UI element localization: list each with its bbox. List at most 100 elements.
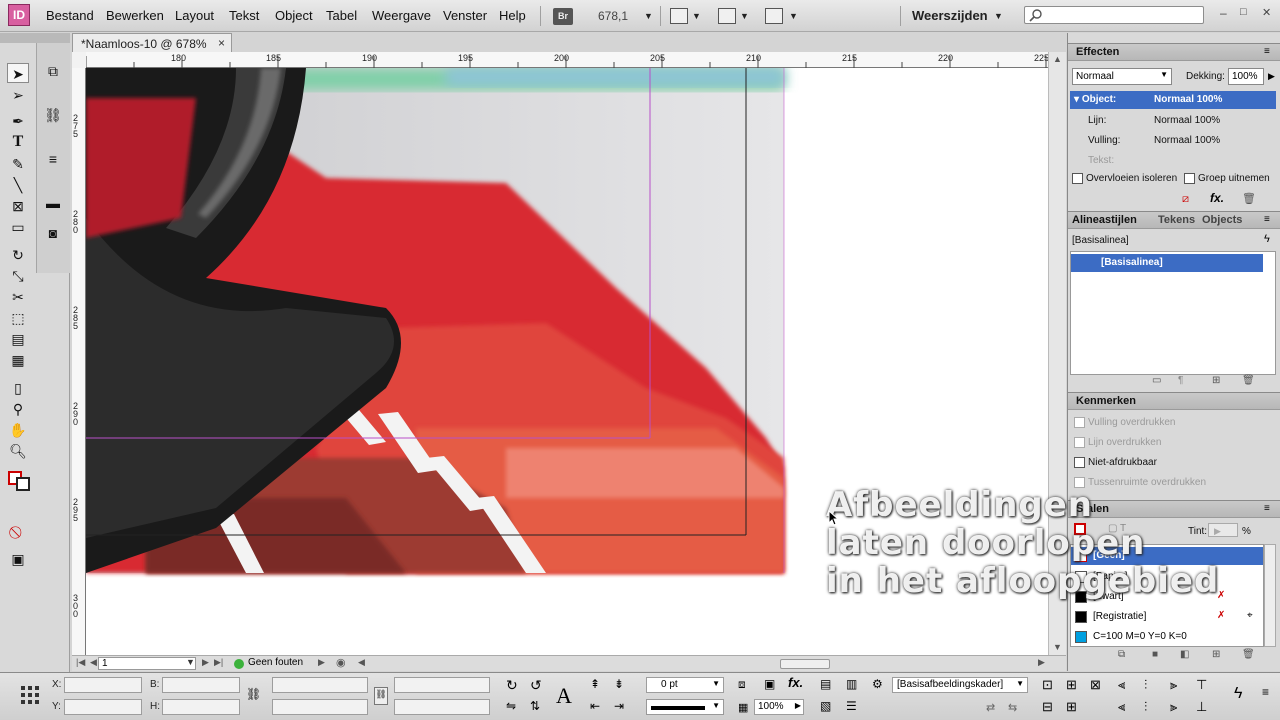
- clear-style-icon[interactable]: ⇆: [1008, 701, 1017, 714]
- text-wrap-bbox-icon[interactable]: ▥: [846, 677, 857, 691]
- list-item[interactable]: [Registratie] ✗ ⌖: [1071, 607, 1263, 627]
- type-tool-icon[interactable]: T: [7, 132, 29, 152]
- prev-page-icon[interactable]: ◀: [90, 657, 97, 668]
- clear-effects-icon[interactable]: ⧄: [1182, 193, 1189, 206]
- gradient-panel-icon[interactable]: ▬: [42, 193, 64, 213]
- effects-stroke-label[interactable]: Lijn:: [1088, 115, 1106, 126]
- view-mode-icon[interactable]: ▣: [7, 549, 29, 569]
- trash-icon[interactable]: 🗑︎: [1242, 192, 1256, 205]
- screen-mode-icon[interactable]: [718, 8, 736, 24]
- rectangle-frame-tool-icon[interactable]: ⊠: [7, 196, 29, 216]
- overprint-fill-checkbox[interactable]: [1074, 417, 1085, 428]
- fill-frame-icon[interactable]: ⊟: [1042, 699, 1053, 715]
- scale-x-field[interactable]: [272, 677, 368, 693]
- menu-object[interactable]: Object: [275, 8, 313, 23]
- chevron-down-icon[interactable]: ▼: [692, 11, 701, 21]
- fit-content-icon[interactable]: ⧈: [738, 677, 746, 692]
- menu-help[interactable]: Help: [499, 8, 526, 23]
- distribute-right-icon[interactable]: ⫸: [1170, 699, 1177, 715]
- text-wrap-none-icon[interactable]: ▤: [820, 677, 831, 691]
- blend-mode-select[interactable]: Normaal ▼: [1072, 68, 1172, 85]
- view-options-icon[interactable]: [670, 8, 688, 24]
- menu-bestand[interactable]: Bestand: [46, 8, 94, 23]
- opacity-field[interactable]: 100% ▶: [754, 699, 804, 715]
- select-next-icon[interactable]: ⇥: [614, 699, 624, 713]
- preflight-label[interactable]: Geen fouten: [248, 657, 303, 668]
- effects-object-row[interactable]: ▾ Object: Normaal 100%: [1070, 91, 1276, 109]
- distribute-center-icon[interactable]: ⫶: [1144, 699, 1147, 715]
- new-swatch-icon[interactable]: ⊞: [1212, 649, 1220, 660]
- tab-object-styles[interactable]: Objects: [1202, 214, 1242, 226]
- last-page-icon[interactable]: ▶|: [214, 657, 223, 668]
- constrain-proportions-icon[interactable]: ⛓: [246, 687, 261, 701]
- select-content-icon[interactable]: ⇟: [614, 677, 624, 691]
- zoom-level[interactable]: 678,1: [598, 9, 628, 23]
- rectangle-tool-icon[interactable]: ▭: [7, 217, 29, 237]
- vertical-ruler[interactable]: 275 280 285 290 295 300: [72, 68, 86, 655]
- chevron-down-icon[interactable]: ▼: [740, 11, 749, 21]
- eyedropper-tool-icon[interactable]: ⚲: [7, 399, 29, 419]
- y-field[interactable]: [64, 699, 142, 715]
- zoom-dropdown-icon[interactable]: ▼: [644, 11, 653, 21]
- links-panel-icon[interactable]: ⛓: [42, 105, 64, 125]
- tab-paragraph-styles[interactable]: Alineastijlen: [1072, 214, 1137, 226]
- pages-panel-icon[interactable]: ⧉: [42, 61, 64, 81]
- fit-content-to-frame-icon[interactable]: ⊞: [1066, 699, 1077, 715]
- horizontal-ruler[interactable]: 180 185 190 195 200 205 210 215 220 225: [86, 52, 1049, 68]
- document-tab[interactable]: *Naamloos-10 @ 678%: [72, 33, 232, 52]
- first-page-icon[interactable]: |◀: [76, 657, 85, 668]
- fx-button[interactable]: fx.: [1210, 191, 1224, 205]
- text-wrap-shape-icon[interactable]: ▧: [820, 699, 831, 713]
- chevron-down-icon[interactable]: ▼: [994, 11, 1003, 21]
- zoom-tool-icon[interactable]: 🔍︎: [7, 441, 29, 461]
- x-field[interactable]: [64, 677, 142, 693]
- attributes-panel-header[interactable]: Kenmerken: [1068, 392, 1280, 410]
- rotate-tool-icon[interactable]: ↻: [7, 245, 29, 265]
- quick-apply-icon[interactable]: ϟ: [1234, 685, 1242, 703]
- opacity-icon[interactable]: ▦: [738, 701, 748, 714]
- menu-weergave[interactable]: Weergave: [372, 8, 431, 23]
- flip-horizontal-icon[interactable]: ⇋: [506, 699, 516, 713]
- maximize-button[interactable]: □: [1240, 6, 1247, 18]
- scroll-left-icon[interactable]: ◀: [358, 657, 365, 668]
- gradient-feather-tool-icon[interactable]: ▦: [7, 350, 29, 370]
- opacity-slider-arrow-icon[interactable]: ▶: [1268, 71, 1275, 82]
- close-icon[interactable]: ×: [218, 36, 225, 50]
- constrain-scale-icon[interactable]: ⛓: [374, 687, 388, 705]
- text-wrap-panel-icon[interactable]: ◙: [42, 223, 64, 243]
- flip-vertical-icon[interactable]: ⇅: [530, 699, 540, 713]
- text-orientation-icon[interactable]: A: [556, 683, 572, 709]
- rotate-ccw-icon[interactable]: ↺: [530, 677, 542, 694]
- rotate-cw-icon[interactable]: ↻: [506, 677, 518, 694]
- horizontal-scroll-thumb[interactable]: [780, 659, 830, 669]
- effects-panel-header[interactable]: Effecten: [1068, 43, 1280, 61]
- chevron-down-icon[interactable]: ▼: [789, 11, 798, 21]
- stroke-panel-icon[interactable]: ≡: [42, 149, 64, 169]
- search-input[interactable]: [1024, 6, 1204, 24]
- clear-overrides-icon[interactable]: ⇄: [986, 701, 995, 714]
- menu-tekst[interactable]: Tekst: [229, 8, 259, 23]
- close-button[interactable]: ✕: [1262, 6, 1271, 19]
- fit-frame-icon[interactable]: ▣: [764, 677, 775, 691]
- color-swatches-icon[interactable]: ■: [1152, 649, 1158, 660]
- selection-tool-icon[interactable]: ➤: [7, 63, 29, 83]
- menu-layout[interactable]: Layout: [175, 8, 214, 23]
- scroll-down-icon[interactable]: ▼: [1053, 642, 1062, 652]
- fx-button[interactable]: fx.: [788, 675, 803, 690]
- bridge-button[interactable]: Br: [553, 8, 573, 25]
- height-field[interactable]: [162, 699, 240, 715]
- pencil-tool-icon[interactable]: ✎: [7, 154, 29, 174]
- nonprinting-checkbox[interactable]: [1074, 457, 1085, 468]
- scissors-tool-icon[interactable]: ✂: [7, 287, 29, 307]
- panel-menu-icon[interactable]: ≡: [1264, 46, 1270, 57]
- next-page-icon[interactable]: ▶: [202, 657, 209, 668]
- scale-y-field[interactable]: [272, 699, 368, 715]
- line-tool-icon[interactable]: ╲: [7, 175, 29, 195]
- menu-tabel[interactable]: Tabel: [326, 8, 357, 23]
- align-right-icon[interactable]: ⫸: [1170, 677, 1177, 693]
- workspace-switcher[interactable]: Weerszijden: [912, 8, 988, 23]
- panel-menu-icon[interactable]: ≡: [1264, 503, 1270, 514]
- scroll-right-icon[interactable]: ▶: [1038, 657, 1045, 668]
- gradient-tool-icon[interactable]: ▤: [7, 329, 29, 349]
- preflight-menu-icon[interactable]: ▶: [318, 657, 325, 668]
